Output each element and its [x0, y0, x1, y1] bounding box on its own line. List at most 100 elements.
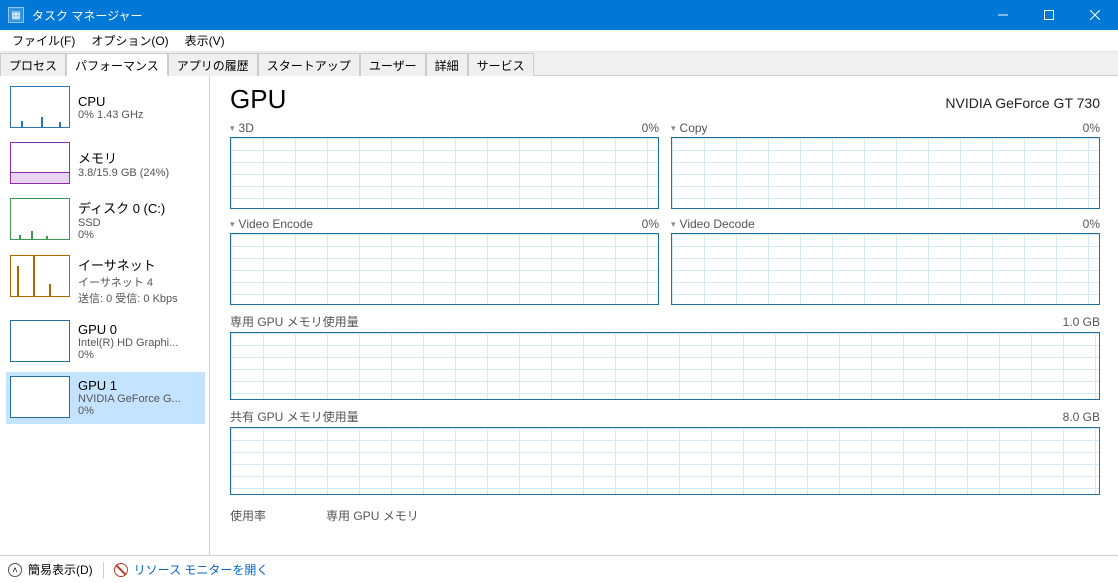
engine-venc-value: 0%: [642, 217, 659, 231]
dedicated-mem-chart: [230, 332, 1100, 400]
sidebar-eth-info: イーサネット イーサネット 4 送信: 0 受信: 0 Kbps: [78, 255, 178, 306]
gpu1-thumbnail-chart: [10, 376, 70, 418]
shared-mem-chart: [230, 427, 1100, 495]
open-resource-monitor[interactable]: リソース モニターを開く: [114, 561, 269, 578]
content: CPU 0% 1.43 GHz メモリ 3.8/15.9 GB (24%) ディ…: [0, 76, 1118, 555]
sidebar-item-gpu1[interactable]: GPU 1 NVIDIA GeForce G... 0%: [6, 372, 205, 424]
sidebar-eth-sub2: 送信: 0 受信: 0 Kbps: [78, 290, 178, 306]
sidebar-item-disk[interactable]: ディスク 0 (C:) SSD 0%: [6, 194, 205, 247]
sidebar-item-ethernet[interactable]: イーサネット イーサネット 4 送信: 0 受信: 0 Kbps: [6, 251, 205, 312]
device-name: NVIDIA GeForce GT 730: [945, 95, 1100, 111]
footer-util-label: 使用率: [230, 507, 266, 524]
sidebar-gpu1-info: GPU 1 NVIDIA GeForce G... 0%: [78, 376, 181, 418]
engine-vdec-value: 0%: [1083, 217, 1100, 231]
engine-vdec-selector[interactable]: ▾ Video Decode: [671, 217, 755, 231]
engine-copy-selector[interactable]: ▾ Copy: [671, 121, 708, 135]
open-resource-monitor-label: リソース モニターを開く: [134, 561, 269, 578]
sidebar-gpu0-title: GPU 0: [78, 322, 178, 337]
shared-mem-label: 共有 GPU メモリ使用量: [230, 408, 359, 425]
footer-dedmem-label: 専用 GPU メモリ: [326, 507, 419, 524]
sidebar-disk-info: ディスク 0 (C:) SSD 0%: [78, 198, 165, 241]
sidebar-item-memory[interactable]: メモリ 3.8/15.9 GB (24%): [6, 138, 205, 190]
sidebar-mem-title: メモリ: [78, 148, 169, 167]
memory-thumbnail-chart: [10, 142, 70, 184]
close-button[interactable]: [1072, 0, 1118, 30]
menu-options[interactable]: オプション(O): [83, 30, 176, 51]
tab-processes[interactable]: プロセス: [0, 53, 66, 76]
engine-3d: ▾ 3D 0%: [230, 121, 659, 209]
engine-venc-selector[interactable]: ▾ Video Encode: [230, 217, 313, 231]
sidebar-item-cpu[interactable]: CPU 0% 1.43 GHz: [6, 82, 205, 134]
sidebar: CPU 0% 1.43 GHz メモリ 3.8/15.9 GB (24%) ディ…: [0, 76, 210, 555]
window-controls: [980, 0, 1118, 30]
sidebar-mem-sub: 3.8/15.9 GB (24%): [78, 167, 169, 179]
divider: [103, 562, 104, 578]
window-title: タスク マネージャー: [32, 7, 980, 24]
sidebar-gpu1-title: GPU 1: [78, 378, 181, 393]
menubar: ファイル(F) オプション(O) 表示(V): [0, 30, 1118, 52]
engine-vdec-chart: [671, 233, 1100, 305]
statusbar: ˄ 簡易表示(D) リソース モニターを開く: [0, 555, 1118, 583]
main-header: GPU NVIDIA GeForce GT 730: [230, 84, 1100, 115]
minimize-button[interactable]: [980, 0, 1026, 30]
chevron-down-icon: ▾: [230, 123, 235, 134]
sidebar-disk-title: ディスク 0 (C:): [78, 198, 165, 217]
tabs: プロセス パフォーマンス アプリの履歴 スタートアップ ユーザー 詳細 サービス: [0, 52, 1118, 76]
chevron-up-circle-icon: ˄: [8, 563, 22, 577]
menu-file[interactable]: ファイル(F): [4, 30, 83, 51]
shared-mem-value: 8.0 GB: [1063, 410, 1100, 424]
sidebar-cpu-title: CPU: [78, 94, 143, 109]
sidebar-mem-info: メモリ 3.8/15.9 GB (24%): [78, 142, 169, 184]
fewer-details-button[interactable]: ˄ 簡易表示(D): [8, 561, 93, 578]
tab-apphistory[interactable]: アプリの履歴: [168, 53, 258, 76]
engine-copy-label: Copy: [680, 121, 708, 135]
footer-stats: 使用率 専用 GPU メモリ: [230, 503, 1100, 524]
dedicated-mem-label: 専用 GPU メモリ使用量: [230, 313, 359, 330]
fewer-details-label: 簡易表示(D): [28, 561, 93, 578]
engine-copy-chart: [671, 137, 1100, 209]
app-icon: ▦: [8, 7, 24, 23]
sidebar-item-gpu0[interactable]: GPU 0 Intel(R) HD Graphi... 0%: [6, 316, 205, 368]
titlebar: ▦ タスク マネージャー: [0, 0, 1118, 30]
chevron-down-icon: ▾: [671, 123, 676, 134]
sidebar-gpu1-sub2: 0%: [78, 405, 181, 417]
chevron-down-icon: ▾: [230, 219, 235, 230]
main-heading: GPU: [230, 84, 286, 115]
dedicated-mem-value: 1.0 GB: [1063, 315, 1100, 329]
engine-venc-label: Video Encode: [239, 217, 314, 231]
sidebar-gpu0-sub1: Intel(R) HD Graphi...: [78, 337, 178, 349]
chevron-down-icon: ▾: [671, 219, 676, 230]
engine-3d-value: 0%: [642, 121, 659, 135]
gpu0-thumbnail-chart: [10, 320, 70, 362]
sidebar-gpu1-sub1: NVIDIA GeForce G...: [78, 393, 181, 405]
tab-startup[interactable]: スタートアップ: [258, 53, 360, 76]
sidebar-cpu-info: CPU 0% 1.43 GHz: [78, 86, 143, 128]
sidebar-disk-sub2: 0%: [78, 229, 165, 241]
ethernet-thumbnail-chart: [10, 255, 70, 297]
engine-3d-chart: [230, 137, 659, 209]
engine-vdec-label: Video Decode: [680, 217, 755, 231]
engine-vdec: ▾ Video Decode 0%: [671, 217, 1100, 305]
sidebar-cpu-sub: 0% 1.43 GHz: [78, 109, 143, 121]
tab-users[interactable]: ユーザー: [360, 53, 426, 76]
sidebar-eth-sub1: イーサネット 4: [78, 274, 178, 290]
resource-monitor-icon: [114, 563, 128, 577]
sidebar-gpu0-sub2: 0%: [78, 349, 178, 361]
cpu-thumbnail-chart: [10, 86, 70, 128]
main-panel: GPU NVIDIA GeForce GT 730 ▾ 3D 0% ▾: [210, 76, 1118, 555]
tab-performance[interactable]: パフォーマンス: [66, 53, 168, 76]
engine-venc: ▾ Video Encode 0%: [230, 217, 659, 305]
tab-details[interactable]: 詳細: [426, 53, 468, 76]
engine-row-1: ▾ 3D 0% ▾ Copy 0%: [230, 121, 1100, 209]
dedicated-mem-section: 専用 GPU メモリ使用量 1.0 GB: [230, 313, 1100, 400]
shared-mem-section: 共有 GPU メモリ使用量 8.0 GB: [230, 408, 1100, 495]
disk-thumbnail-chart: [10, 198, 70, 240]
engine-row-2: ▾ Video Encode 0% ▾ Video Decode 0%: [230, 217, 1100, 305]
engine-venc-chart: [230, 233, 659, 305]
menu-view[interactable]: 表示(V): [177, 30, 233, 51]
sidebar-disk-sub1: SSD: [78, 217, 165, 229]
sidebar-eth-title: イーサネット: [78, 255, 178, 274]
maximize-button[interactable]: [1026, 0, 1072, 30]
tab-services[interactable]: サービス: [468, 53, 534, 76]
engine-3d-selector[interactable]: ▾ 3D: [230, 121, 254, 135]
